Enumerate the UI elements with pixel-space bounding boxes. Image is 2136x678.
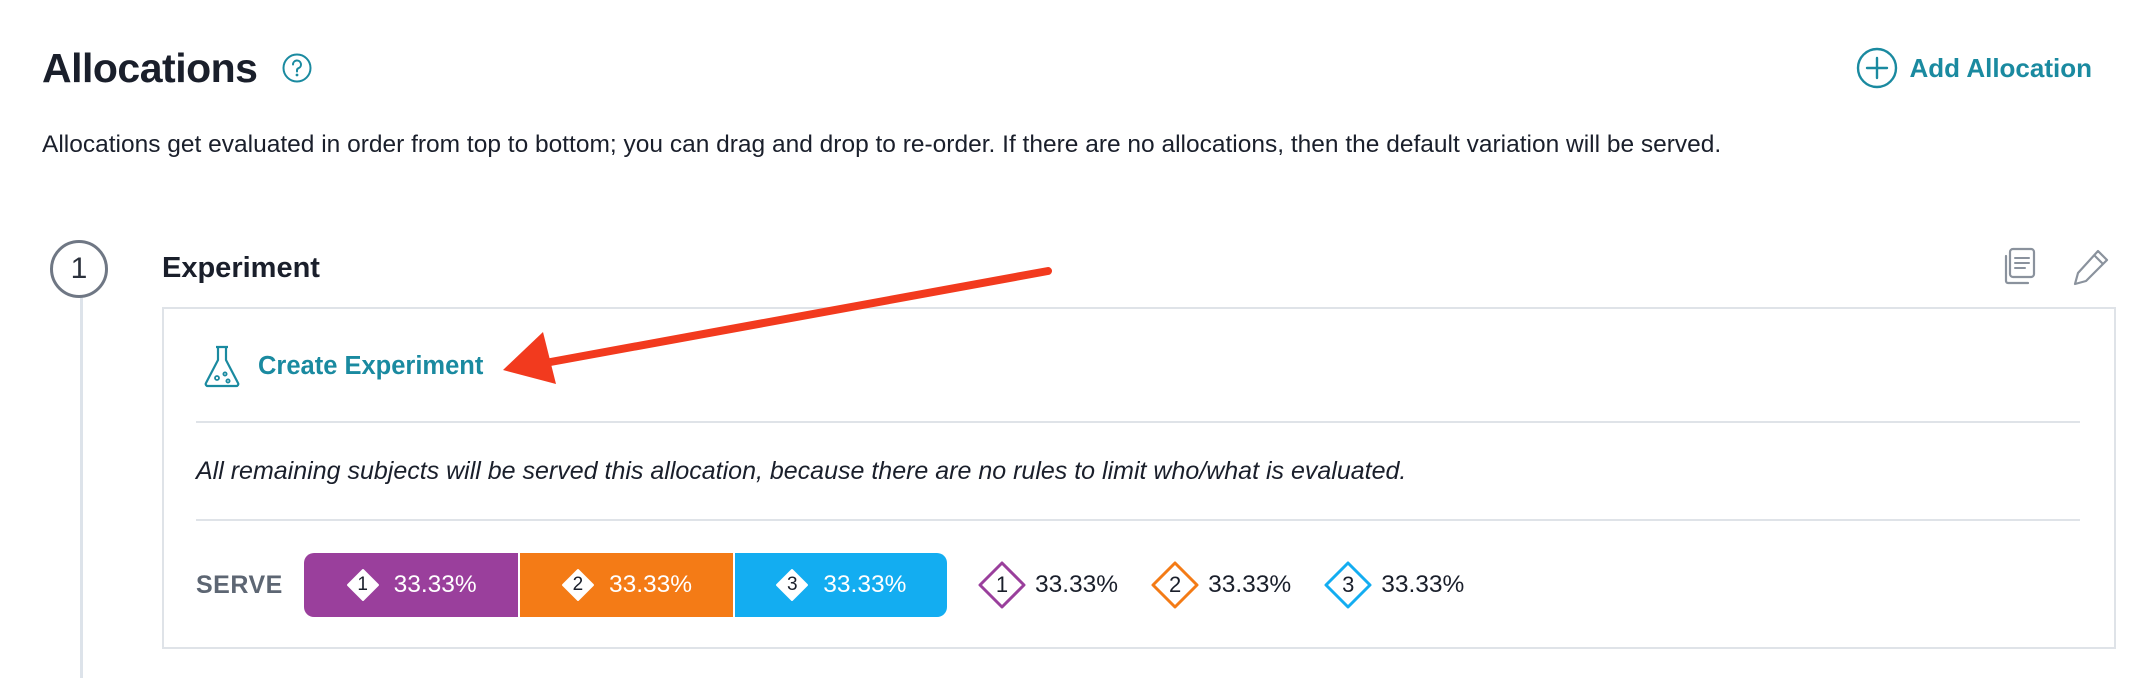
variation-diamond-icon: 3 [775,568,809,602]
serve-label: SERVE [196,571,283,599]
serve-segment-percent: 33.33% [608,571,693,598]
variation-diamond-icon: 2 [561,568,595,602]
legend-percent: 33.33% [1381,571,1465,598]
variation-key: 2 [572,574,584,595]
add-allocation-label: Add Allocation [1909,52,2092,83]
variation-diamond-icon: 1 [977,560,1027,610]
serve-segment-percent: 33.33% [823,571,907,598]
serve-distribution-bar: 1 33.33% 2 33.33% 3 33.33% [304,553,947,617]
variation-key: 3 [1342,572,1355,597]
serve-segment-variation-1: 1 33.33% [304,553,519,617]
variation-diamond-icon: 2 [1150,560,1200,610]
serve-segment-variation-3: 3 33.33% [732,553,947,617]
variation-key: 1 [357,574,368,595]
edit-pencil-icon[interactable] [2070,246,2112,288]
create-experiment-link[interactable]: Create Experiment [200,344,483,388]
legend-item-variation-2: 2 33.33% [1150,560,1291,610]
legend-percent: 33.33% [1035,571,1119,598]
legend-item-variation-1: 1 33.33% [977,560,1118,610]
copy-icon[interactable] [2000,246,2038,286]
card-divider [196,421,2080,423]
rule-description: All remaining subjects will be served th… [196,457,1407,485]
variation-diamond-icon: 1 [346,568,380,602]
variation-legend: 1 33.33% 2 33.33% 3 33.33% [977,560,1488,610]
legend-item-variation-3: 3 33.33% [1323,560,1464,610]
step-number-badge: 1 [50,240,108,298]
plus-circle-icon [1856,47,1897,89]
question-circle-icon[interactable] [281,52,313,84]
step-number: 1 [70,252,88,285]
add-allocation-button[interactable]: Add Allocation [1856,46,2092,90]
allocations-description: Allocations get evaluated in order from … [42,131,1722,158]
page-title: Allocations [42,45,258,91]
card-divider [196,519,2080,521]
legend-percent: 33.33% [1208,571,1292,598]
create-experiment-label: Create Experiment [258,351,484,380]
flask-icon [204,345,240,388]
variation-key: 2 [1168,572,1182,597]
variation-diamond-icon: 3 [1323,560,1373,610]
serve-segment-percent: 33.33% [393,571,477,598]
variation-key: 3 [786,574,798,595]
variation-key: 1 [995,572,1009,597]
step-connector-line [80,298,83,678]
allocation-name: Experiment [162,252,320,284]
serve-segment-variation-2: 2 33.33% [518,553,733,617]
